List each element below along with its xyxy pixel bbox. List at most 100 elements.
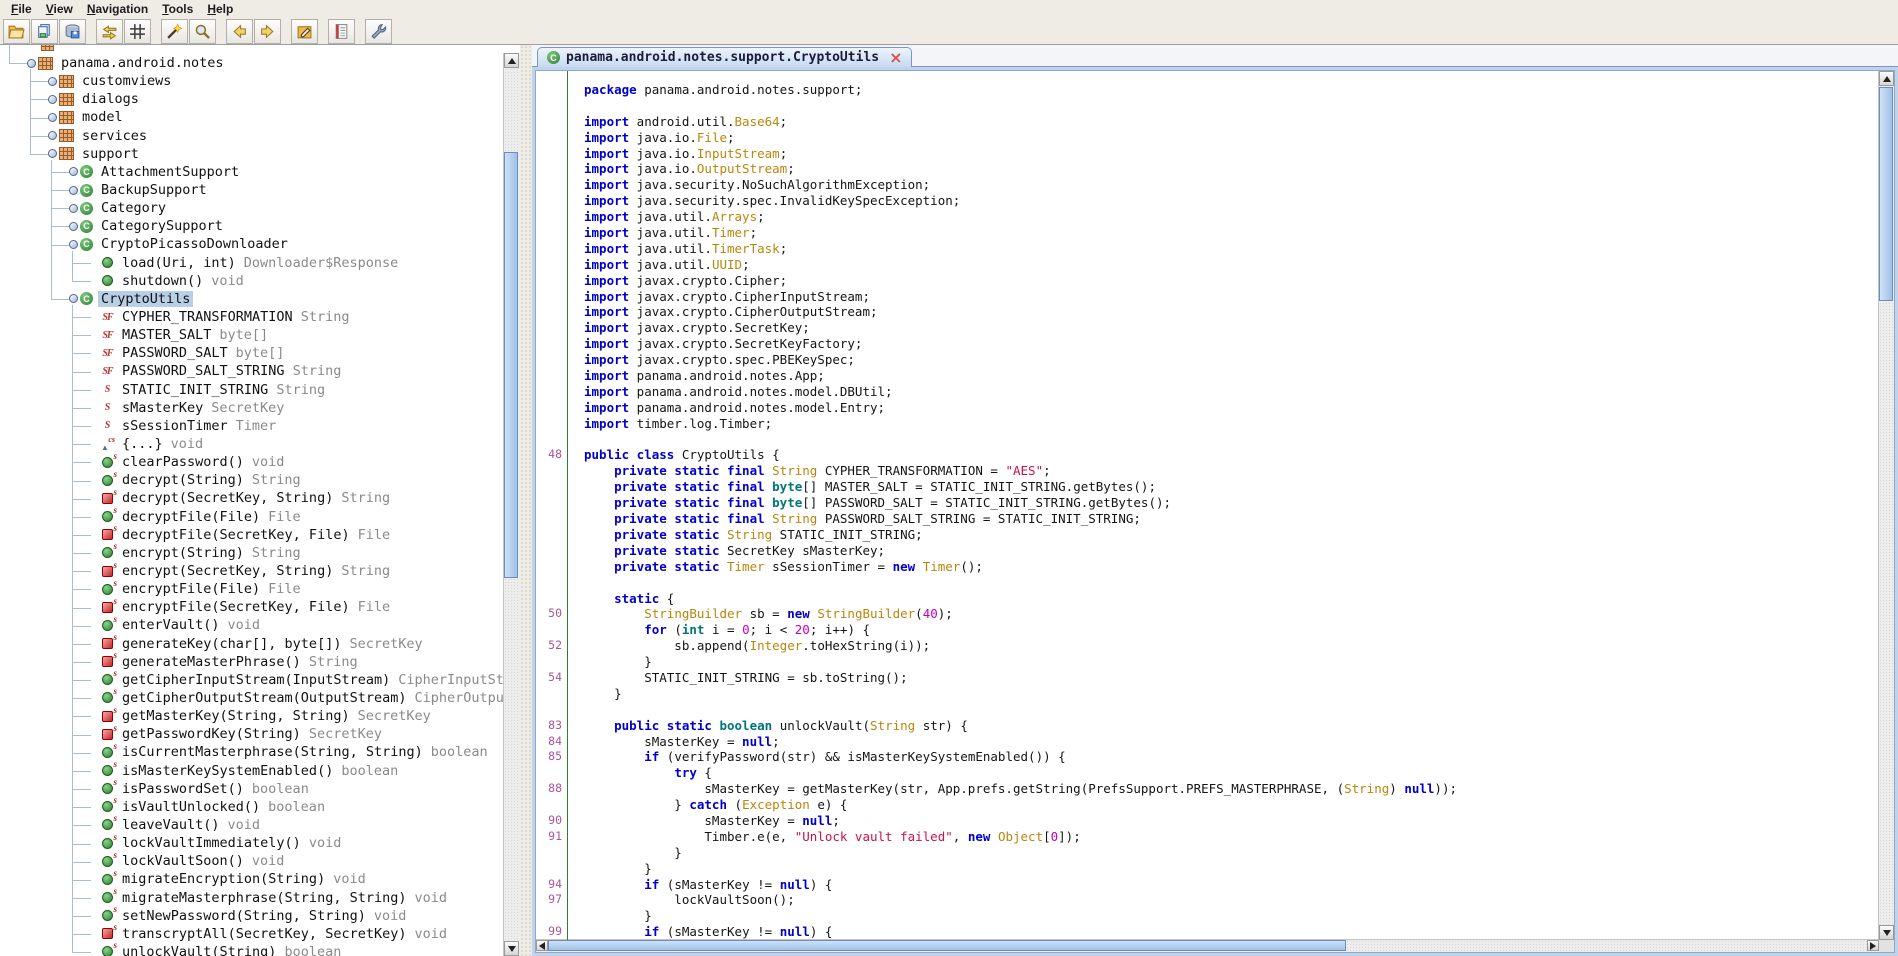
tree-expand-handle[interactable]: [67, 222, 80, 231]
tree-item[interactable]: sSessionTimerTimer: [0, 417, 504, 435]
code-vertical-scrollbar[interactable]: [1878, 71, 1894, 940]
tree-item[interactable]: getCipherInputStream(InputStream)CipherI…: [0, 671, 504, 689]
tree-item[interactable]: CryptoPicassoDownloader: [0, 235, 504, 253]
save-button[interactable]: [59, 19, 86, 44]
tree-item[interactable]: getMasterKey(String, String)SecretKey: [0, 707, 504, 725]
tree-item[interactable]: PASSWORD_SALT_STRINGString: [0, 362, 504, 380]
tree-expand-handle[interactable]: [67, 240, 80, 249]
tree-item[interactable]: generateKey(char[], byte[])SecretKey: [0, 635, 504, 653]
tree-expand-handle[interactable]: [67, 294, 80, 303]
tree-item[interactable]: isCurrentMasterphrase(String, String)boo…: [0, 743, 504, 761]
tree-item[interactable]: load(Uri, int)Downloader$Response: [0, 254, 504, 272]
tree-item[interactable]: isVaultUnlocked()boolean: [0, 798, 504, 816]
menu-file[interactable]: File: [4, 1, 39, 17]
menu-help[interactable]: Help: [200, 1, 240, 17]
scroll-down-button[interactable]: [1879, 925, 1894, 940]
tree-expand-handle[interactable]: [46, 149, 59, 158]
tree-item[interactable]: shutdown()void: [0, 272, 504, 290]
tree-item[interactable]: encryptFile(SecretKey, File)File: [0, 598, 504, 616]
tree-item[interactable]: {...}void: [0, 435, 504, 453]
back-button[interactable]: [226, 19, 253, 44]
scroll-up-button[interactable]: [504, 53, 519, 68]
tree-item[interactable]: enterVault()void: [0, 616, 504, 634]
tree-item[interactable]: PASSWORD_SALTbyte[]: [0, 344, 504, 362]
split-pane-divider[interactable]: [520, 45, 532, 956]
tab-close-icon[interactable]: ×: [889, 52, 902, 64]
scroll-right-button[interactable]: [1867, 940, 1879, 951]
tree-item[interactable]: generateMasterPhrase()String: [0, 653, 504, 671]
tree-item[interactable]: transcryptAll(SecretKey, SecretKey)void: [0, 925, 504, 943]
tree-expand-handle[interactable]: [25, 59, 38, 68]
tree-item[interactable]: decryptFile(SecretKey, File)File: [0, 526, 504, 544]
code-horizontal-scrollbar[interactable]: [536, 939, 1879, 952]
tree-expand-handle[interactable]: [46, 131, 59, 140]
tree-item[interactable]: CYPHER_TRANSFORMATIONString: [0, 308, 504, 326]
tree-item[interactable]: dialogs: [0, 90, 504, 108]
tree-scrollbar-thumb[interactable]: [504, 152, 518, 578]
code-text: if (verifyPassword(str) && isMasterKeySy…: [570, 749, 1066, 765]
menu-view[interactable]: View: [39, 1, 80, 17]
tree-expand-handle[interactable]: [67, 186, 80, 195]
tree-item[interactable]: STATIC_INIT_STRINGString: [0, 381, 504, 399]
open-all-button[interactable]: [31, 19, 58, 44]
tree-item[interactable]: lockVaultImmediately()void: [0, 834, 504, 852]
tree-expand-handle[interactable]: [46, 77, 59, 86]
tree-item[interactable]: MASTER_SALTbyte[]: [0, 326, 504, 344]
tree-item-label: enterVault(): [119, 617, 223, 633]
search-button[interactable]: [189, 19, 216, 44]
swap-arrows-button[interactable]: [96, 19, 123, 44]
code-hscrollbar-thumb[interactable]: [548, 940, 1346, 951]
tree-item[interactable]: BackupSupport: [0, 181, 504, 199]
tree-expand-handle[interactable]: [67, 167, 80, 176]
tree-item[interactable]: encryptFile(File)File: [0, 580, 504, 598]
grid-button[interactable]: [124, 19, 151, 44]
tree-item[interactable]: support: [0, 145, 504, 163]
tree-item[interactable]: CryptoUtils: [0, 290, 504, 308]
tree-item[interactable]: isMasterKeySystemEnabled()boolean: [0, 761, 504, 779]
tree-item[interactable]: customviews: [0, 72, 504, 90]
scroll-down-button[interactable]: [504, 941, 519, 956]
tree-item[interactable]: model: [0, 108, 504, 126]
package-tree[interactable]: panama.android.notescustomviewsdialogsmo…: [0, 45, 504, 956]
tree-item[interactable]: services: [0, 127, 504, 145]
code-area[interactable]: package panama.android.notes.support;imp…: [536, 71, 1879, 940]
tree-item[interactable]: clearPassword()void: [0, 453, 504, 471]
tree-item[interactable]: unlockVault(String)boolean: [0, 943, 504, 956]
tree-item[interactable]: leaveVault()void: [0, 816, 504, 834]
editor-tab-cryptoutils[interactable]: panama.android.notes.support.CryptoUtils…: [537, 47, 912, 67]
tree-item[interactable]: CategorySupport: [0, 217, 504, 235]
menu-tools[interactable]: Tools: [155, 1, 200, 17]
tree-item[interactable]: getCipherOutputStream(OutputStream)Ciphe…: [0, 689, 504, 707]
edit-button[interactable]: [291, 19, 318, 44]
tree-item[interactable]: getPasswordKey(String)SecretKey: [0, 725, 504, 743]
tree-item[interactable]: setNewPassword(String, String)void: [0, 907, 504, 925]
scroll-up-button[interactable]: [1879, 71, 1894, 86]
settings-button[interactable]: [365, 19, 392, 44]
tree-item[interactable]: encrypt(String)String: [0, 544, 504, 562]
menu-navigation[interactable]: Navigation: [80, 1, 155, 17]
tree-expand-handle[interactable]: [67, 204, 80, 213]
wand-button[interactable]: [161, 19, 188, 44]
tree-expand-handle[interactable]: [46, 113, 59, 122]
open-file-button[interactable]: [3, 19, 30, 44]
tree-item[interactable]: Category: [0, 199, 504, 217]
tree-item[interactable]: panama.android.notes: [0, 54, 504, 72]
tree-item[interactable]: isPasswordSet()boolean: [0, 780, 504, 798]
tree-item[interactable]: decrypt(String)String: [0, 471, 504, 489]
tree-item[interactable]: decryptFile(File)File: [0, 508, 504, 526]
tree-item[interactable]: migrateEncryption(String)void: [0, 870, 504, 888]
code-vscrollbar-thumb[interactable]: [1879, 87, 1893, 301]
tree-item[interactable]: encrypt(SecretKey, String)String: [0, 562, 504, 580]
forward-button[interactable]: [254, 19, 281, 44]
scroll-left-button[interactable]: [536, 940, 548, 951]
tree-item[interactable]: lockVaultSoon()void: [0, 852, 504, 870]
tree-expand-handle[interactable]: [46, 95, 59, 104]
tree-vertical-scrollbar[interactable]: [503, 53, 520, 956]
tree-item[interactable]: decrypt(SecretKey, String)String: [0, 489, 504, 507]
code-text: }: [570, 861, 652, 877]
code-editor[interactable]: package panama.android.notes.support;imp…: [535, 70, 1895, 953]
tree-item[interactable]: AttachmentSupport: [0, 163, 504, 181]
report-button[interactable]: [328, 19, 355, 44]
tree-item[interactable]: sMasterKeySecretKey: [0, 399, 504, 417]
tree-item[interactable]: migrateMasterphrase(String, String)void: [0, 888, 504, 906]
